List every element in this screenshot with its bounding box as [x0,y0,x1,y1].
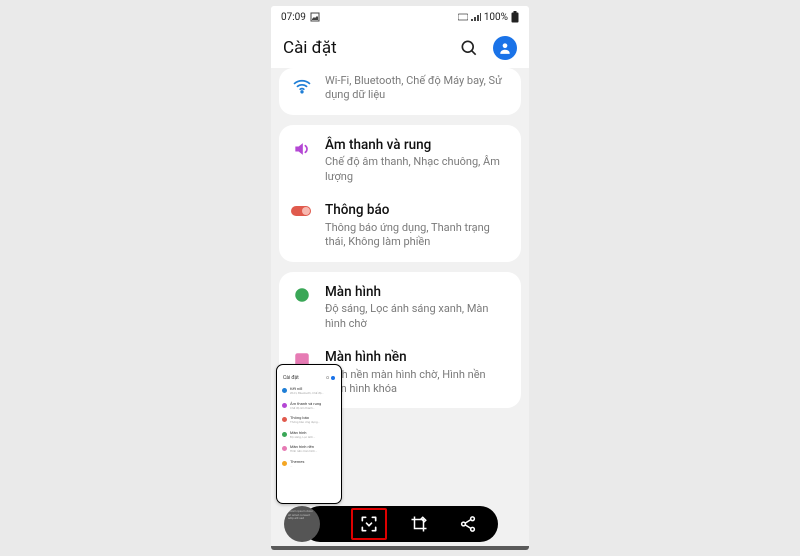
settings-item-notifications[interactable]: Thông báo Thông báo ứng dụng, Thanh trạn… [279,196,521,261]
status-bar: 07:09 100% [271,6,529,28]
profile-avatar[interactable] [493,36,517,60]
volume-icon [292,139,312,184]
scroll-capture-button[interactable] [351,508,387,540]
thumb-item: Âm thanh và rung [290,402,336,406]
settings-item-title: Màn hình nền [325,349,507,366]
screenshot-toolbar: Lorem ipsum dolor sit amet consect adip … [302,506,498,542]
settings-item-subtitle: Thông báo ứng dụng, Thanh trạng thái, Kh… [325,221,507,250]
screenshot-preview-thumbnail[interactable]: Cài đặt Kết nốiWi-Fi, Bluetooth, Chế độ.… [276,364,342,504]
settings-item-sound[interactable]: Âm thanh và rung Chế độ âm thanh, Nhạc c… [279,125,521,196]
settings-item-title: Thông báo [325,202,507,219]
settings-item-connections[interactable]: Wi-Fi, Bluetooth, Chế độ Máy bay, Sử dụn… [279,68,521,115]
settings-item-title: Âm thanh và rung [325,137,507,154]
settings-item-subtitle: Wi-Fi, Bluetooth, Chế độ Máy bay, Sử dụn… [325,74,507,103]
settings-card: Wi-Fi, Bluetooth, Chế độ Máy bay, Sử dụn… [279,68,521,115]
settings-item-subtitle: Độ sáng, Lọc ánh sáng xanh, Màn hình chờ [325,302,507,331]
settings-item-title: Màn hình [325,284,507,301]
thumb-title: Cài đặt [283,375,299,381]
screenshot-indicator-icon [310,12,320,22]
page-title: Cài đặt [283,38,449,58]
search-icon[interactable] [459,38,479,58]
display-icon [293,286,311,331]
settings-card: Âm thanh và rung Chế độ âm thanh, Nhạc c… [279,125,521,262]
nav-bar-edge [271,546,529,550]
wifi-icon [292,76,312,103]
status-time: 07:09 [281,12,306,23]
thumb-search-icon [326,376,335,380]
crop-edit-button[interactable] [403,510,435,538]
toggle-icon [291,204,313,249]
settings-item-subtitle: Hình nền màn hình chờ, Hình nền màn hình… [325,368,507,397]
settings-item-display[interactable]: Màn hình Độ sáng, Lọc ánh sáng xanh, Màn… [279,272,521,343]
smart-select-button[interactable]: Lorem ipsum dolor sit amet consect adip … [284,506,320,542]
phone-screen: 07:09 100% Cài đặt [271,6,529,550]
page-header: Cài đặt [271,28,529,68]
battery-icon [511,11,519,23]
settings-item-subtitle: Chế độ âm thanh, Nhạc chuông, Âm lượng [325,155,507,184]
volte-icon [458,13,468,21]
status-battery-text: 100% [484,12,508,23]
share-button[interactable] [452,510,484,538]
thumb-item: Themes [290,460,336,464]
signal-icon [471,13,481,21]
